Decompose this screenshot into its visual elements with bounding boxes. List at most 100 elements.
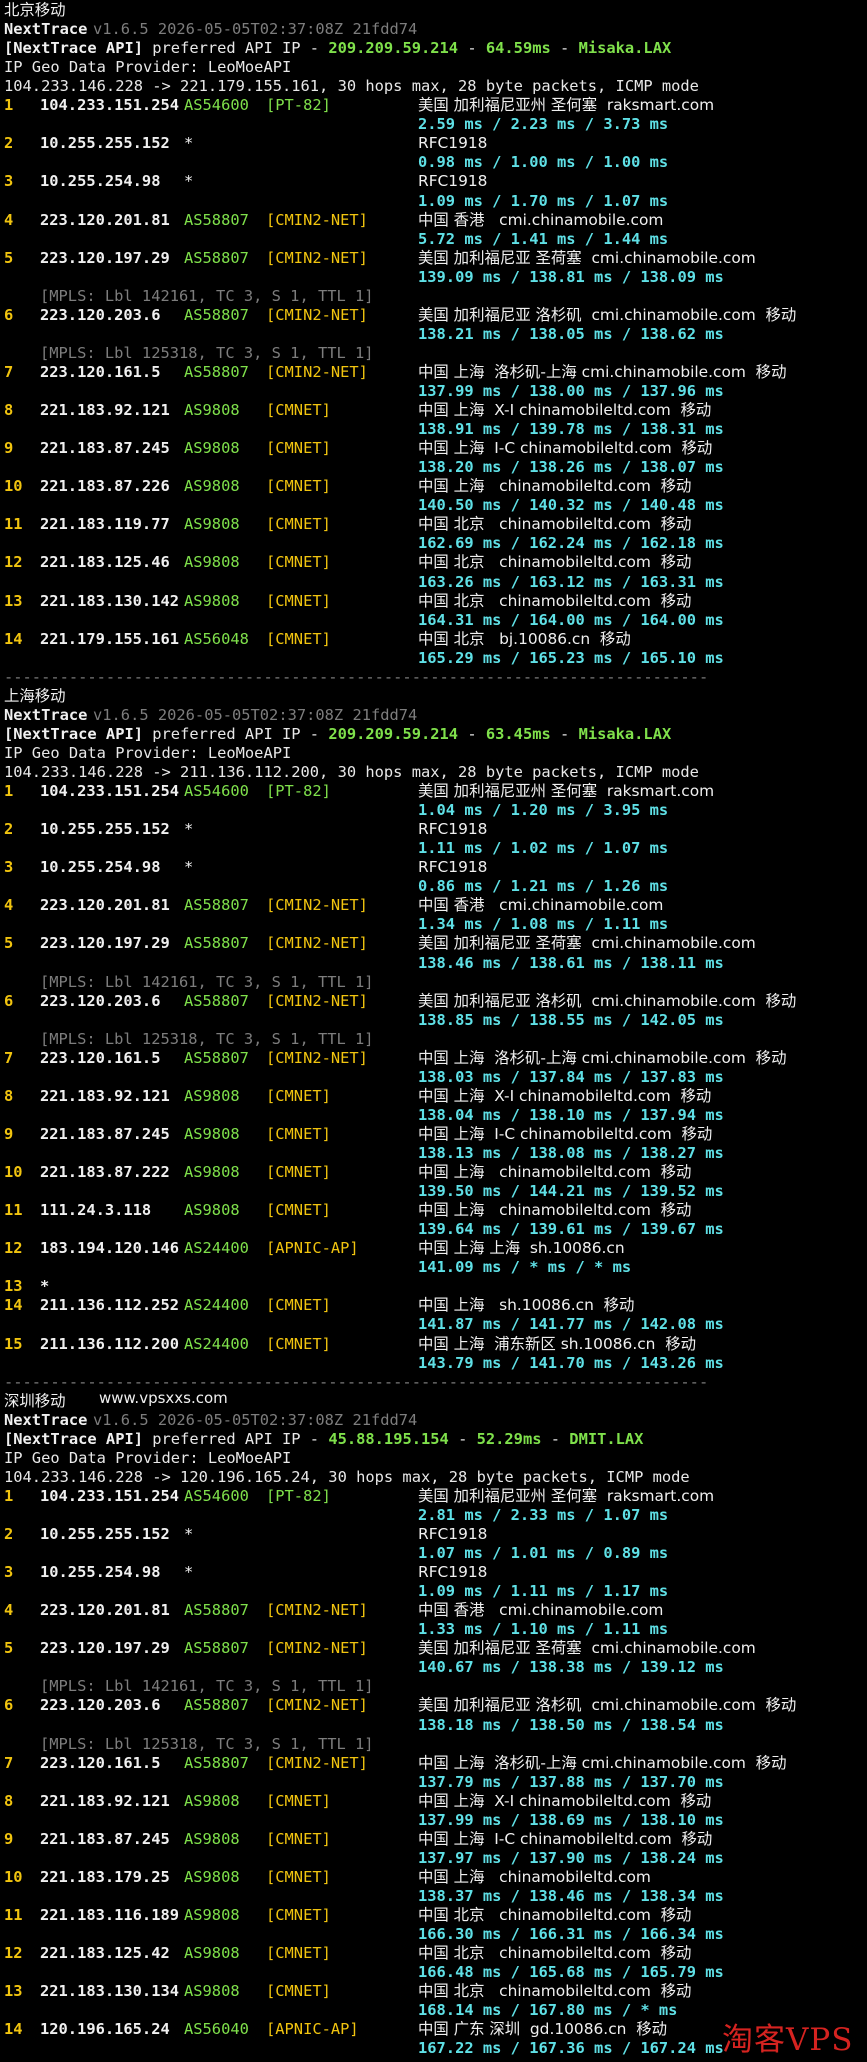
hop-geo: 中国 上海 X-I chinamobileltd.com 移动	[418, 401, 712, 420]
hop-row: 7 223.120.161.5 AS58807 [CMIN2-NET] 中国 上海 洛杉…	[0, 1049, 867, 1068]
api-text: preferred API IP -	[143, 1429, 329, 1448]
hop-row: 11 111.24.3.118 AS9808 [CMNET] 中国 上海 chinamo…	[0, 1201, 867, 1220]
hop-ip: 10.255.254.98	[40, 1563, 161, 1582]
geo-provider-line: IP Geo Data Provider: LeoMoeAPI	[0, 744, 867, 763]
api-line-text: [NextTrace API] preferred API IP - 209.2…	[4, 725, 671, 744]
hop-asn: AS58807	[184, 305, 249, 324]
hop-asn: AS9808	[184, 1982, 240, 2001]
hop-ip: 221.183.130.134	[40, 1982, 179, 2001]
hop-number: 10	[4, 477, 23, 496]
hop-geo: 中国 上海 上海 sh.10086.cn	[418, 1239, 625, 1258]
hop-rtt: 2.81 ms / 2.33 ms / 1.07 ms	[418, 1505, 669, 1524]
hop-rtt: 1.33 ms / 1.10 ms / 1.11 ms	[418, 1620, 669, 1639]
hop-tag: [CMNET]	[266, 1944, 331, 1963]
hop-ip: 221.183.92.121	[40, 1086, 170, 1105]
hop-rtt: 166.30 ms / 166.31 ms / 166.34 ms	[418, 1925, 724, 1944]
hop-rtt: 1.11 ms / 1.02 ms / 1.07 ms	[418, 839, 669, 858]
hop-rtt: 138.85 ms / 138.55 ms / 142.05 ms	[418, 1010, 724, 1029]
hop-tag: [CMIN2-NET]	[266, 896, 368, 915]
api-ip: 45.88.195.154	[328, 1429, 449, 1448]
hop-rtt: 141.87 ms / 141.77 ms / 142.08 ms	[418, 1315, 724, 1334]
hop-ip: 221.183.116.189	[40, 1906, 179, 1924]
hop-rtt: 1.07 ms / 1.01 ms / 0.89 ms	[418, 1544, 669, 1563]
route-summary: 104.233.146.228 -> 211.136.112.200, 30 h…	[4, 763, 699, 781]
mpls-text: [MPLS: Lbl 125318, TC 3, S 1, TTL 1]	[40, 1734, 374, 1753]
hop-tag: [CMIN2-NET]	[266, 934, 368, 953]
hop-number: 6	[4, 991, 14, 1010]
hop-row: 9 221.183.87.245 AS9808 [CMNET] 中国 上海 I-C ch…	[0, 1830, 867, 1849]
hop-tag: [CMIN2-NET]	[266, 1753, 368, 1772]
hop-rtt-row: 138.03 ms / 137.84 ms / 137.83 ms	[0, 1068, 867, 1087]
hop-tag: [CMNET]	[266, 1124, 331, 1143]
section-title-text: 北京移动	[4, 1, 66, 19]
hop-rtt-row: 164.31 ms / 164.00 ms / 164.00 ms	[0, 611, 867, 630]
version-text: v1.6.5 2026-05-05T02:37:08Z 21fdd74	[93, 20, 418, 39]
hop-number: 13	[4, 1982, 23, 2001]
api-line: [NextTrace API] preferred API IP - 45.88…	[0, 1430, 867, 1449]
mpls-label: [MPLS: Lbl 142161, TC 3, S 1, TTL 1]	[0, 1677, 867, 1696]
hop-rtt-row: 1.04 ms / 1.20 ms / 3.95 ms	[0, 801, 867, 820]
hop-asn: AS9808	[184, 1829, 240, 1848]
hop-geo: RFC1918	[418, 172, 488, 191]
hop-rtt-row: 141.87 ms / 141.77 ms / 142.08 ms	[0, 1315, 867, 1334]
hop-rtt-row: 166.30 ms / 166.31 ms / 166.34 ms	[0, 1925, 867, 1944]
version-text: v1.6.5 2026-05-05T02:37:08Z 21fdd74	[93, 705, 418, 724]
hop-geo: RFC1918	[418, 820, 488, 839]
hop-geo: 中国 上海 chinamobileltd.com 移动	[418, 477, 692, 496]
hop-rtt-row: 5.72 ms / 1.41 ms / 1.44 ms	[0, 230, 867, 249]
hop-row: 2 10.255.255.152 * RFC1918	[0, 820, 867, 839]
hop-rtt: 0.86 ms / 1.21 ms / 1.26 ms	[418, 877, 669, 896]
hop-row: 6 223.120.203.6 AS58807 [CMIN2-NET] 美国 加利福尼亚…	[0, 1696, 867, 1715]
hop-rtt: 143.79 ms / 141.70 ms / 143.26 ms	[418, 1353, 724, 1372]
hop-rtt-row: 1.09 ms / 1.70 ms / 1.07 ms	[0, 192, 867, 211]
hop-rtt-row: 139.50 ms / 144.21 ms / 139.52 ms	[0, 1182, 867, 1201]
hop-ip: 104.233.151.254	[40, 1486, 179, 1505]
hop-ip: 221.183.87.245	[40, 439, 170, 458]
hop-geo: 中国 上海 chinamobileltd.com 移动	[418, 1201, 692, 1220]
hop-number: 14	[4, 629, 23, 648]
hop-rtt-row: 138.85 ms / 138.55 ms / 142.05 ms	[0, 1011, 867, 1030]
api-line: [NextTrace API] preferred API IP - 209.2…	[0, 39, 867, 58]
hop-asn: AS54600	[184, 1486, 249, 1505]
terminal-output: 北京移动 NextTrace v1.6.5 2026-05-05T02:37:08Z…	[0, 0, 867, 2062]
hop-ip: 211.136.112.252	[40, 1296, 179, 1315]
api-node: Misaka.LAX	[578, 39, 672, 58]
api-text: preferred API IP -	[143, 39, 329, 58]
hop-tag: [CMNET]	[266, 553, 331, 572]
hop-rtt: 1.09 ms / 1.70 ms / 1.07 ms	[418, 191, 669, 210]
hop-row: 12 221.183.125.46 AS9808 [CMNET] 中国 北京 china…	[0, 553, 867, 572]
hop-rtt-row: 1.11 ms / 1.02 ms / 1.07 ms	[0, 839, 867, 858]
hop-geo: 美国 加利福尼亚 洛杉矶 cmi.chinamobile.com 移动	[418, 991, 797, 1010]
hop-asn: AS58807	[184, 1753, 249, 1772]
hop-rtt-row: 1.34 ms / 1.08 ms / 1.11 ms	[0, 915, 867, 934]
hop-rtt-row: 162.69 ms / 162.24 ms / 162.18 ms	[0, 534, 867, 553]
hop-rtt: 163.26 ms / 163.12 ms / 163.31 ms	[418, 572, 724, 591]
hop-row: 7 223.120.161.5 AS58807 [CMIN2-NET] 中国 上海 洛杉…	[0, 363, 867, 382]
hop-geo: 中国 上海 chinamobileltd.com 移动	[418, 1163, 692, 1182]
hop-rtt-row: 138.46 ms / 138.61 ms / 138.11 ms	[0, 954, 867, 973]
hop-number: 15	[4, 1334, 23, 1353]
hop-geo: 中国 上海 I-C chinamobileltd.com 移动	[418, 1829, 713, 1848]
geo-provider-line: IP Geo Data Provider: LeoMoeAPI	[0, 1449, 867, 1468]
hop-ip: 223.120.203.6	[40, 1696, 161, 1715]
hop-rtt: 138.04 ms / 138.10 ms / 137.94 ms	[418, 1105, 724, 1124]
hop-ip: 183.194.120.146	[40, 1239, 179, 1258]
hop-asn: AS24400	[184, 1239, 249, 1258]
hop-row: 8 221.183.92.121 AS9808 [CMNET] 中国 上海 X-I ch…	[0, 401, 867, 420]
hop-rtt: 138.91 ms / 139.78 ms / 138.31 ms	[418, 420, 724, 439]
hop-ip: 223.120.197.29	[40, 934, 170, 953]
hop-ip: 223.120.197.29	[40, 248, 170, 267]
hop-ip: 221.183.92.121	[40, 401, 170, 420]
hop-row: 9 221.183.87.245 AS9808 [CMNET] 中国 上海 I-C ch…	[0, 439, 867, 458]
hop-ip: 223.120.201.81	[40, 210, 170, 229]
hop-tag: [CMNET]	[266, 439, 331, 458]
hop-number: 12	[4, 553, 23, 572]
hop-ip: 221.183.119.77	[40, 515, 170, 534]
hop-rtt: 137.97 ms / 137.90 ms / 138.24 ms	[418, 1848, 724, 1867]
hop-tag: [CMNET]	[266, 1334, 331, 1353]
hop-geo: 中国 上海 洛杉矶-上海 cmi.chinamobile.com 移动	[418, 1048, 787, 1067]
hop-rtt-row: 139.09 ms / 138.81 ms / 138.09 ms	[0, 268, 867, 287]
section-separator: ----------------------------------------…	[0, 668, 867, 687]
hop-geo: 中国 香港 cmi.chinamobile.com	[418, 896, 664, 915]
hop-asn: AS58807	[184, 896, 249, 915]
